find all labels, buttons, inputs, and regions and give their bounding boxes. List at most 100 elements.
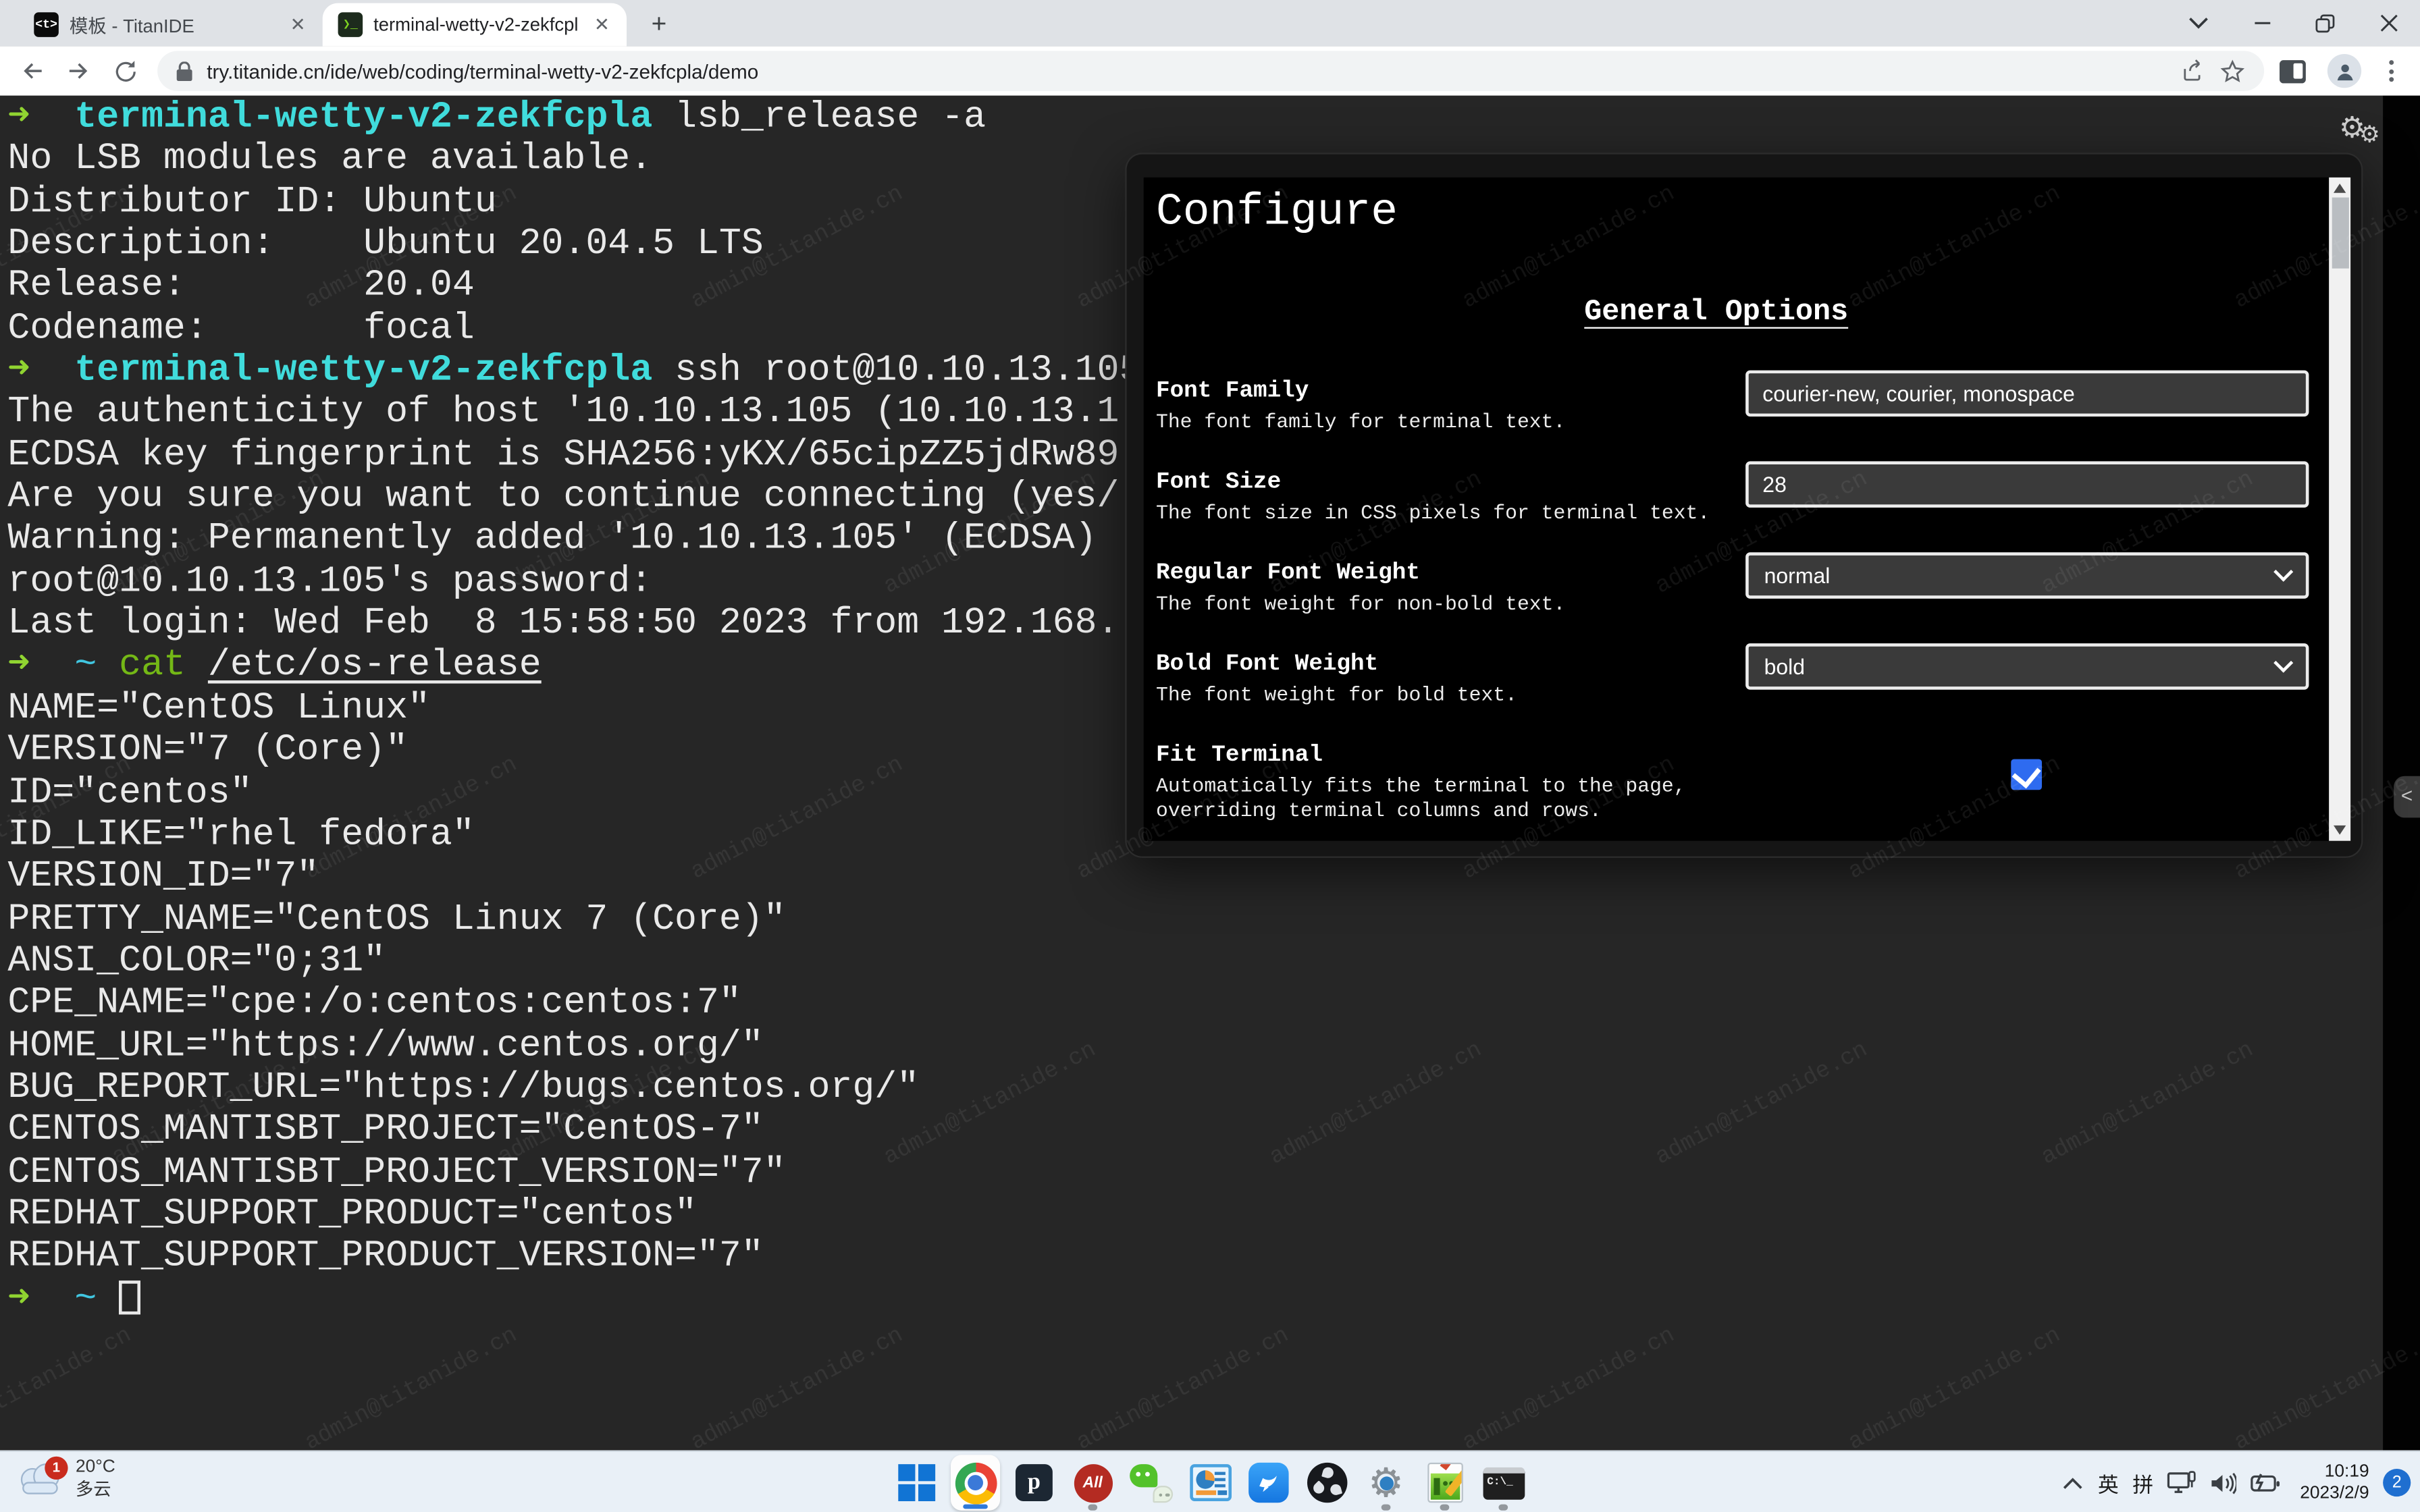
alist-taskbar-icon[interactable]: All — [1068, 1455, 1117, 1510]
terminal-line: REDHAT_SUPPORT_PRODUCT="centos" — [7, 1194, 1141, 1237]
chrome-icon — [955, 1462, 997, 1504]
terminal-line: ➜ terminal-wetty-v2-zekfcpla lsb_release… — [7, 97, 1141, 140]
terminal-favicon: ❯_ — [338, 12, 363, 37]
volume-icon[interactable] — [2211, 1471, 2237, 1494]
bold-font-weight-select[interactable]: bold — [1745, 643, 2309, 690]
terminal-output[interactable]: ➜ terminal-wetty-v2-zekfcpla lsb_release… — [7, 97, 1141, 1321]
fit-terminal-checkbox[interactable] — [2011, 759, 2042, 790]
chrome-taskbar-icon[interactable] — [951, 1455, 1000, 1510]
wechat-icon — [1136, 1472, 1140, 1477]
terminal-line: PRETTY_NAME="CentOS Linux 7 (Core)" — [7, 899, 1141, 942]
wechat-icon — [1130, 1464, 1157, 1487]
obs-studio-icon — [1321, 1466, 1335, 1480]
watermark-text: admin@titanide.cn — [301, 1322, 522, 1451]
terminal-line: ➜ ~ — [7, 1278, 1141, 1321]
profile-avatar[interactable] — [2327, 54, 2361, 88]
browser-menu-icon[interactable] — [2380, 57, 2402, 85]
url-text[interactable]: try.titanide.cn/ide/web/coding/terminal-… — [207, 59, 2167, 82]
window-controls — [2167, 0, 2420, 47]
system-tray: 英 拼 10:19 2023/2/9 2 — [2062, 1452, 2411, 1512]
terminal-settings-gear-icon[interactable]: ⚙⚙ — [2339, 114, 2380, 146]
terminal-line: CENTOS_MANTISBT_PROJECT="CentOS-7" — [7, 1110, 1141, 1152]
terminal-line: ➜ ~ cat /etc/os-release — [7, 646, 1141, 688]
terminal-line: VERSION_ID="7" — [7, 857, 1141, 899]
tab-titanide[interactable]: <t> 模板 - TitanIDE ✕ — [18, 3, 322, 47]
picpick-taskbar-icon[interactable]: p — [1009, 1455, 1059, 1510]
back-icon[interactable] — [12, 51, 52, 90]
obs-studio-icon — [1311, 1480, 1327, 1496]
address-bar[interactable]: try.titanide.cn/ide/web/coding/terminal-… — [157, 51, 2264, 90]
minimize-button[interactable] — [2230, 0, 2294, 47]
tray-time: 10:19 — [2300, 1461, 2369, 1483]
terminal-line: Are you sure you want to continue connec… — [7, 477, 1141, 520]
browser-toolbar: try.titanide.cn/ide/web/coding/terminal-… — [0, 47, 2420, 96]
scroll-up-icon[interactable] — [2334, 184, 2346, 193]
field-description: Automatically fits the terminal to the p… — [1156, 774, 2301, 824]
taskbar-clock[interactable]: 10:19 2023/2/9 — [2300, 1461, 2369, 1505]
share-icon[interactable] — [2181, 59, 2206, 84]
collapse-panel-handle[interactable]: < — [2394, 776, 2420, 818]
tab-terminal-wetty[interactable]: ❯_ terminal-wetty-v2-zekfcpla - T ✕ — [323, 3, 627, 47]
new-tab-button[interactable]: + — [639, 5, 679, 45]
terminal-line: ECDSA key fingerprint is SHA256:yKX/65ci… — [7, 435, 1141, 477]
font-family-input[interactable] — [1745, 371, 2309, 417]
lock-icon — [176, 61, 193, 81]
screenshot-tool-taskbar-icon[interactable] — [1185, 1455, 1234, 1510]
wechat-icon — [1153, 1486, 1173, 1503]
dialog-scrollbar[interactable] — [2329, 178, 2350, 841]
windows-start-taskbar-icon[interactable] — [892, 1455, 941, 1510]
terminal-line: REDHAT_SUPPORT_PRODUCT_VERSION="7" — [7, 1237, 1141, 1279]
watermark-text: admin@titanide.cn — [687, 1322, 908, 1451]
reload-icon[interactable] — [105, 51, 144, 90]
settings-icon: ⚙ — [1365, 1461, 1408, 1505]
field-label: Fit Terminal — [1156, 742, 2301, 768]
display-cast-icon[interactable] — [2167, 1470, 2197, 1495]
titanide-favicon: <t> — [34, 12, 59, 37]
selected-value: bold — [1764, 654, 1806, 679]
scroll-down-icon[interactable] — [2334, 826, 2346, 835]
side-panel-icon[interactable] — [2280, 59, 2306, 82]
font-size-input[interactable] — [1745, 461, 2309, 508]
cmd-terminal-taskbar-icon[interactable]: C:\_ — [1479, 1455, 1528, 1510]
notepad-plus-taskbar-icon[interactable] — [1420, 1455, 1469, 1510]
obs-studio-taskbar-icon[interactable] — [1303, 1455, 1352, 1510]
wechat-taskbar-icon[interactable] — [1127, 1455, 1176, 1510]
weather-alert-badge: 1 — [45, 1456, 68, 1479]
ime-pinyin-indicator[interactable]: 拼 — [2132, 1467, 2153, 1498]
battery-plugged-icon[interactable] — [2251, 1472, 2282, 1494]
close-window-button[interactable] — [2357, 0, 2420, 47]
taskbar-weather-widget[interactable]: 1 20°C 多云 — [16, 1457, 115, 1501]
cmd-terminal-icon: C:\_ — [1482, 1467, 1524, 1499]
scrollbar-thumb[interactable] — [2332, 198, 2348, 269]
browser-tab-strip: <t> 模板 - TitanIDE ✕ ❯_ terminal-wetty-v2… — [0, 0, 2420, 47]
desktop-screen: <t> 模板 - TitanIDE ✕ ❯_ terminal-wetty-v2… — [0, 0, 2420, 1512]
settings-taskbar-icon[interactable]: ⚙ — [1361, 1455, 1411, 1510]
close-tab-icon[interactable]: ✕ — [589, 12, 614, 37]
notification-count-badge[interactable]: 2 — [2383, 1469, 2411, 1496]
wechat-icon — [1130, 1463, 1173, 1503]
notepad-plus-icon — [1427, 1463, 1463, 1503]
ime-english-indicator[interactable]: 英 — [2098, 1467, 2119, 1498]
windows-start-icon — [898, 1464, 915, 1481]
weather-temp: 20°C — [76, 1457, 115, 1479]
obs-studio-icon — [1307, 1463, 1347, 1503]
dingtalk-taskbar-icon[interactable] — [1244, 1455, 1293, 1510]
tab-search-icon[interactable] — [2167, 0, 2230, 47]
bookmark-star-icon[interactable] — [2219, 58, 2246, 84]
taskbar-apps: pAll ⚙ C:\_ — [892, 1455, 1528, 1510]
terminal-line: ID="centos" — [7, 772, 1141, 815]
screenshot-tool-icon — [1195, 1470, 1213, 1488]
terminal-line: ID_LIKE="rhel fedora" — [7, 815, 1141, 857]
restore-button[interactable] — [2294, 0, 2357, 47]
regular-font-weight-select[interactable]: normal — [1745, 552, 2309, 599]
windows-start-icon — [898, 1484, 915, 1501]
windows-start-icon — [918, 1484, 935, 1501]
screenshot-tool-icon — [1195, 1490, 1215, 1495]
selected-value: normal — [1764, 563, 1831, 588]
close-tab-icon[interactable]: ✕ — [286, 12, 311, 37]
watermark-text: admin@titanide.cn — [1652, 1037, 1872, 1171]
notepad-plus-icon — [1439, 1463, 1450, 1470]
terminal-line: NAME="CentOS Linux" — [7, 688, 1141, 730]
hidden-icons-chevron-icon[interactable] — [2062, 1476, 2084, 1490]
forward-icon[interactable] — [59, 51, 99, 90]
